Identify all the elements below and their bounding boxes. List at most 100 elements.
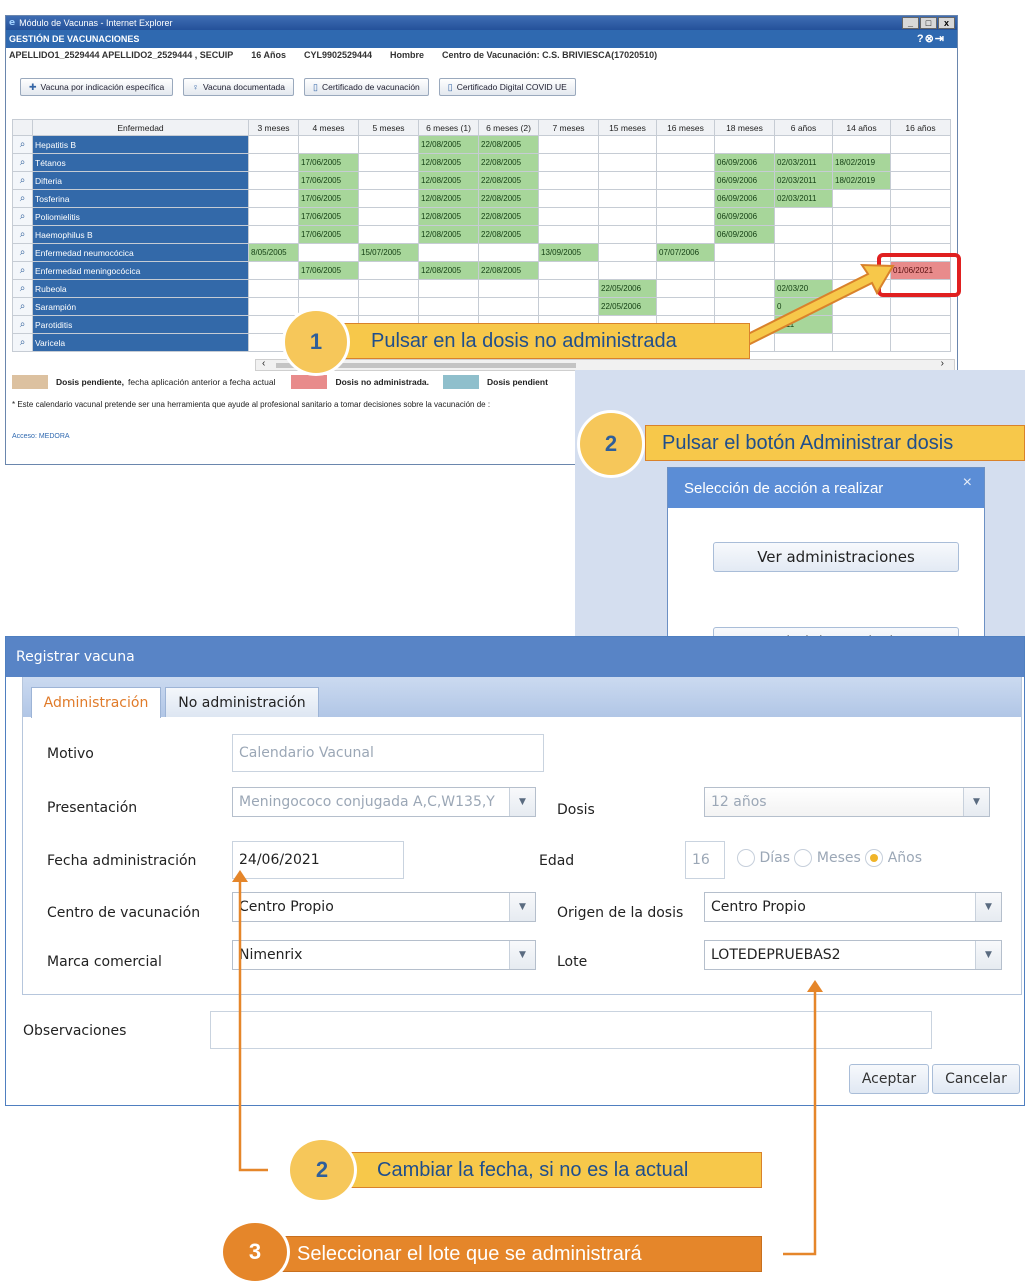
tab-administration[interactable]: Administración bbox=[31, 687, 161, 718]
radio-dias[interactable] bbox=[737, 849, 755, 867]
view-administrations-button[interactable]: Ver administraciones bbox=[713, 542, 959, 572]
dose-cell bbox=[358, 261, 419, 280]
search-icon[interactable]: ⌕ bbox=[12, 279, 33, 298]
observaciones-field[interactable] bbox=[210, 1011, 932, 1049]
chevron-down-icon[interactable]: ▼ bbox=[975, 941, 1001, 969]
lote-select[interactable]: LOTEDEPRUEBAS2 ▼ bbox=[704, 940, 1002, 970]
search-icon[interactable]: ⌕ bbox=[12, 171, 33, 190]
search-icon[interactable]: ⌕ bbox=[12, 261, 33, 280]
centro-select[interactable]: Centro Propio ▼ bbox=[232, 892, 536, 922]
dose-cell[interactable]: 02/03/2011 bbox=[774, 153, 833, 172]
dose-cell[interactable]: 22/08/2005 bbox=[478, 225, 539, 244]
dose-cell[interactable]: 06/09/2006 bbox=[714, 207, 775, 226]
motivo-field[interactable]: Calendario Vacunal bbox=[232, 734, 544, 772]
dose-cell[interactable]: 02/03/20 bbox=[774, 279, 833, 298]
covid-certificate-button[interactable]: ▯ Certificado Digital COVID UE bbox=[438, 78, 576, 96]
dose-cell[interactable]: 0 bbox=[774, 297, 833, 316]
dose-cell bbox=[656, 261, 715, 280]
help-exit-icons[interactable]: ?⊗⇥ bbox=[917, 32, 945, 45]
dosis-select[interactable]: 12 años ▼ bbox=[704, 787, 990, 817]
dose-cell[interactable]: 12/08/2005 bbox=[418, 171, 479, 190]
dose-cell[interactable]: 22/05/2006 bbox=[598, 279, 657, 298]
dose-cell[interactable]: 12/08/2005 bbox=[418, 261, 479, 280]
dose-cell[interactable]: 02/03/2011 bbox=[774, 189, 833, 208]
vaccine-calendar-table: Enfermedad 3 meses 4 meses 5 meses 6 meses (… bbox=[12, 119, 951, 352]
maximize-button[interactable]: □ bbox=[920, 17, 937, 29]
dose-cell[interactable]: 18/02/2019 bbox=[832, 171, 891, 190]
certificate-button[interactable]: ▯ Certificado de vacunación bbox=[304, 78, 429, 96]
close-button[interactable]: x bbox=[938, 17, 955, 29]
scroll-right-icon[interactable]: › bbox=[941, 358, 944, 369]
disease-cell: Haemophilus B bbox=[32, 225, 249, 244]
fecha-field[interactable]: 24/06/2021 bbox=[232, 841, 404, 879]
search-icon[interactable]: ⌕ bbox=[12, 135, 33, 154]
dose-cell[interactable]: 17/06/2005 bbox=[298, 225, 359, 244]
dose-cell[interactable]: 17/06/2005 bbox=[298, 171, 359, 190]
search-icon[interactable]: ⌕ bbox=[12, 297, 33, 316]
search-icon[interactable]: ⌕ bbox=[12, 225, 33, 244]
chevron-down-icon[interactable]: ▼ bbox=[509, 941, 535, 969]
disease-cell: Parotiditis bbox=[32, 315, 249, 334]
dose-cell[interactable]: 8/05/2005 bbox=[248, 243, 299, 262]
cancel-button[interactable]: Cancelar bbox=[932, 1064, 1020, 1094]
tab-no-administration[interactable]: No administración bbox=[165, 687, 319, 717]
dose-cell[interactable]: 06/09/2006 bbox=[714, 225, 775, 244]
dose-cell[interactable]: 07/07/2006 bbox=[656, 243, 715, 262]
dose-cell[interactable]: 06/09/2006 bbox=[714, 189, 775, 208]
dose-cell[interactable]: 22/08/2005 bbox=[478, 261, 539, 280]
dose-cell[interactable]: 22/08/2005 bbox=[478, 189, 539, 208]
search-icon[interactable]: ⌕ bbox=[12, 153, 33, 172]
dose-cell[interactable]: 12/08/2005 bbox=[418, 135, 479, 154]
dose-cell[interactable]: 06/09/2006 bbox=[714, 153, 775, 172]
dose-cell bbox=[248, 297, 299, 316]
radio-meses[interactable] bbox=[794, 849, 813, 867]
tab-bar: Administración No administración bbox=[23, 677, 1021, 718]
table-header-row: Enfermedad 3 meses 4 meses 5 meses 6 meses (… bbox=[12, 119, 951, 136]
radio-anos[interactable] bbox=[865, 849, 884, 867]
close-icon[interactable]: × bbox=[963, 474, 972, 492]
dose-cell[interactable]: 22/08/2005 bbox=[478, 207, 539, 226]
dose-cell[interactable]: 22/08/2005 bbox=[478, 153, 539, 172]
chevron-down-icon[interactable]: ▼ bbox=[509, 893, 535, 921]
minimize-button[interactable]: _ bbox=[902, 17, 919, 29]
chevron-down-icon[interactable]: ▼ bbox=[963, 788, 989, 816]
dose-cell[interactable]: 12/08/2005 bbox=[418, 189, 479, 208]
search-icon[interactable]: ⌕ bbox=[12, 315, 33, 334]
dose-cell[interactable]: 17/06/2005 bbox=[298, 189, 359, 208]
dose-cell[interactable]: 12/08/2005 bbox=[418, 153, 479, 172]
dose-cell[interactable]: 22/08/2005 bbox=[478, 135, 539, 154]
dose-cell[interactable]: 15/07/2005 bbox=[358, 243, 419, 262]
documented-vaccine-label: Vacuna documentada bbox=[202, 82, 286, 92]
dose-cell[interactable]: 17/06/2005 bbox=[298, 261, 359, 280]
search-icon[interactable]: ⌕ bbox=[12, 189, 33, 208]
search-icon[interactable]: ⌕ bbox=[12, 207, 33, 226]
dose-cell bbox=[298, 135, 359, 154]
accept-button[interactable]: Aceptar bbox=[849, 1064, 929, 1094]
vaccine-indication-button[interactable]: ✚ Vacuna por indicación específica bbox=[20, 78, 174, 96]
dose-cell[interactable]: 13/09/2005 bbox=[538, 243, 599, 262]
patient-age: 16 Años bbox=[251, 50, 286, 60]
search-icon[interactable]: ⌕ bbox=[12, 333, 33, 352]
disease-cell: Sarampión bbox=[32, 297, 249, 316]
marca-select[interactable]: Nimenrix ▼ bbox=[232, 940, 536, 970]
dose-cell[interactable]: 12/08/2005 bbox=[418, 225, 479, 244]
dose-cell bbox=[890, 153, 951, 172]
dose-cell[interactable]: 22/05/2006 bbox=[598, 297, 657, 316]
dose-cell[interactable]: 17/06/2005 bbox=[298, 153, 359, 172]
dose-cell[interactable]: 2011 bbox=[774, 315, 833, 334]
dose-cell[interactable]: 17/06/2005 bbox=[298, 207, 359, 226]
origen-select[interactable]: Centro Propio ▼ bbox=[704, 892, 1002, 922]
header-age: 6 años bbox=[774, 119, 833, 136]
dose-cell[interactable]: 02/03/2011 bbox=[774, 171, 833, 190]
dose-cell[interactable]: 12/08/2005 bbox=[418, 207, 479, 226]
documented-vaccine-button[interactable]: ♀ Vacuna documentada bbox=[183, 78, 295, 96]
chevron-down-icon[interactable]: ▼ bbox=[975, 893, 1001, 921]
dose-cell[interactable]: 18/02/2019 bbox=[832, 153, 891, 172]
dose-cell[interactable]: 06/09/2006 bbox=[714, 171, 775, 190]
chevron-down-icon[interactable]: ▼ bbox=[509, 788, 535, 816]
dose-cell bbox=[418, 279, 479, 298]
dose-cell[interactable]: 22/08/2005 bbox=[478, 171, 539, 190]
presentacion-select[interactable]: Meningococo conjugada A,C,W135,Y ▼ bbox=[232, 787, 536, 817]
search-icon[interactable]: ⌕ bbox=[12, 243, 33, 262]
scroll-left-icon[interactable]: ‹ bbox=[262, 358, 265, 369]
